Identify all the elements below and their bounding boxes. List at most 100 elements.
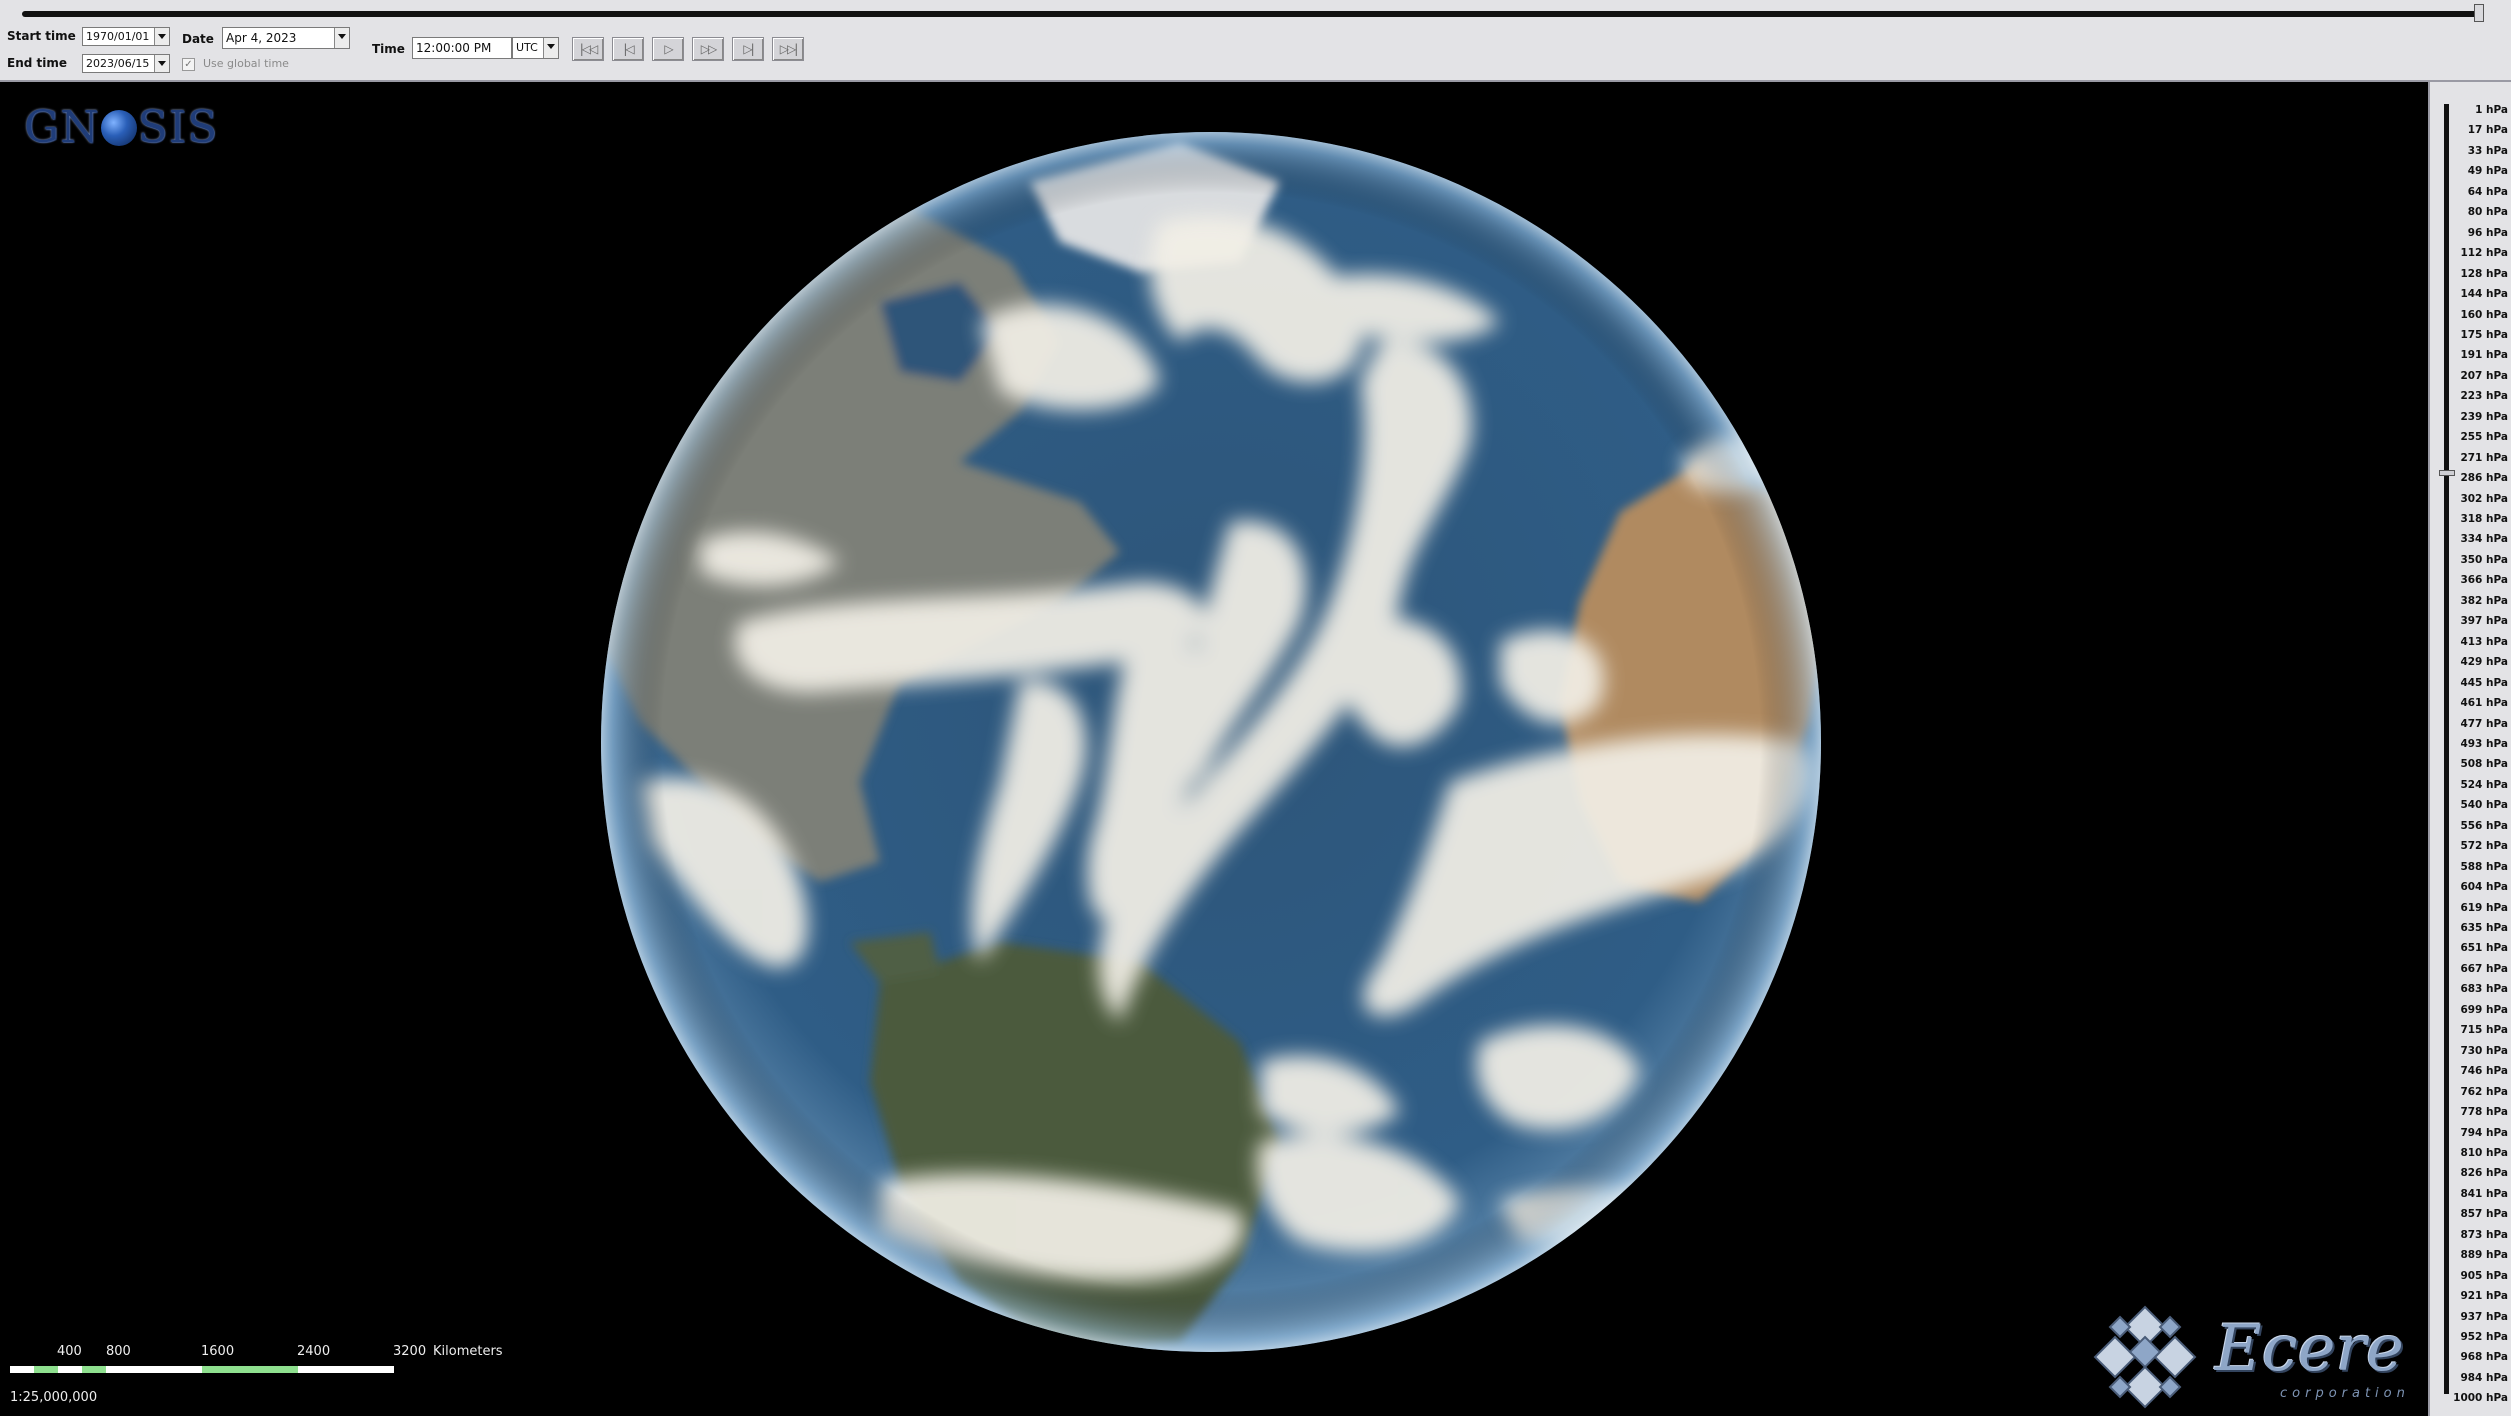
pressure-level-label[interactable]: 64 hPa — [2468, 186, 2508, 198]
pressure-level-slider[interactable] — [2444, 104, 2449, 1394]
pressure-level-label[interactable]: 17 hPa — [2468, 124, 2508, 136]
pressure-level-label[interactable]: 429 hPa — [2460, 656, 2508, 668]
pressure-level-label[interactable]: 271 hPa — [2460, 452, 2508, 464]
pressure-level-label[interactable]: 318 hPa — [2460, 513, 2508, 525]
last-frame-button[interactable]: ▷| — [732, 37, 764, 61]
pressure-level-label[interactable]: 334 hPa — [2460, 533, 2508, 545]
pressure-level-label[interactable]: 445 hPa — [2460, 677, 2508, 689]
pressure-level-label[interactable]: 350 hPa — [2460, 554, 2508, 566]
date-dropdown[interactable]: Apr 4, 2023 — [222, 27, 350, 49]
previous-frame-button[interactable]: |◁ — [612, 37, 644, 61]
pressure-level-label[interactable]: 461 hPa — [2460, 697, 2508, 709]
pressure-level-label[interactable]: 873 hPa — [2460, 1229, 2508, 1241]
pressure-level-label[interactable]: 588 hPa — [2460, 861, 2508, 873]
pressure-level-label[interactable]: 49 hPa — [2468, 165, 2508, 177]
pressure-level-label[interactable]: 921 hPa — [2460, 1290, 2508, 1302]
scale-segment — [10, 1366, 34, 1373]
pressure-level-label[interactable]: 762 hPa — [2460, 1086, 2508, 1098]
scale-tick-label: 400 — [57, 1344, 82, 1359]
pressure-level-label[interactable]: 905 hPa — [2460, 1270, 2508, 1282]
pressure-level-label[interactable]: 112 hPa — [2460, 247, 2508, 259]
fast-forward-button[interactable]: ▷▷| — [772, 37, 804, 61]
pressure-level-label[interactable]: 302 hPa — [2460, 493, 2508, 505]
time-label: Time — [372, 42, 405, 56]
pressure-level-label[interactable]: 1 hPa — [2475, 104, 2508, 116]
date-value: Apr 4, 2023 — [226, 31, 297, 45]
pressure-level-label[interactable]: 33 hPa — [2468, 145, 2508, 157]
pressure-level-label[interactable]: 984 hPa — [2460, 1372, 2508, 1384]
pressure-level-label[interactable]: 144 hPa — [2460, 288, 2508, 300]
ecere-subtitle: corporation — [2280, 1386, 2410, 1401]
pressure-level-slider-handle[interactable] — [2439, 470, 2455, 476]
pressure-level-label[interactable]: 810 hPa — [2460, 1147, 2508, 1159]
use-global-time-label: Use global time — [203, 57, 289, 70]
end-time-dropdown[interactable]: 2023/06/15 — [82, 54, 170, 73]
pressure-level-label[interactable]: 175 hPa — [2460, 329, 2508, 341]
pressure-level-label[interactable]: 493 hPa — [2460, 738, 2508, 750]
pressure-level-label[interactable]: 239 hPa — [2460, 411, 2508, 423]
pressure-level-label[interactable]: 794 hPa — [2460, 1127, 2508, 1139]
pressure-level-label[interactable]: 635 hPa — [2460, 922, 2508, 934]
pressure-level-label[interactable]: 524 hPa — [2460, 779, 2508, 791]
timezone-dropdown[interactable]: UTC — [512, 37, 559, 59]
pressure-level-label[interactable]: 223 hPa — [2460, 390, 2508, 402]
pressure-level-label[interactable]: 619 hPa — [2460, 902, 2508, 914]
pressure-level-label[interactable]: 286 hPa — [2460, 472, 2508, 484]
pressure-level-label[interactable]: 778 hPa — [2460, 1106, 2508, 1118]
first-frame-button[interactable]: |◁◁ — [572, 37, 604, 61]
pressure-level-label[interactable]: 937 hPa — [2460, 1311, 2508, 1323]
pressure-level-label[interactable]: 128 hPa — [2460, 268, 2508, 280]
fast-forward-icon: ▷▷| — [779, 42, 798, 56]
pressure-level-label[interactable]: 96 hPa — [2468, 227, 2508, 239]
pressure-level-label[interactable]: 397 hPa — [2460, 615, 2508, 627]
pressure-level-label[interactable]: 746 hPa — [2460, 1065, 2508, 1077]
pressure-level-label[interactable]: 1000 hPa — [2453, 1392, 2508, 1404]
play-button[interactable]: ▷ — [652, 37, 684, 61]
pressure-level-label[interactable]: 382 hPa — [2460, 595, 2508, 607]
pressure-level-label[interactable]: 889 hPa — [2460, 1249, 2508, 1261]
next-frame-button[interactable]: ▷▷ — [692, 37, 724, 61]
pressure-level-label[interactable]: 160 hPa — [2460, 309, 2508, 321]
earth-globe[interactable] — [0, 82, 2428, 1416]
pressure-level-label[interactable]: 207 hPa — [2460, 370, 2508, 382]
pressure-level-label[interactable]: 667 hPa — [2460, 963, 2508, 975]
pressure-level-label[interactable]: 730 hPa — [2460, 1045, 2508, 1057]
pressure-level-label[interactable]: 255 hPa — [2460, 431, 2508, 443]
timeline-slider-handle[interactable] — [2474, 4, 2484, 22]
pressure-level-label[interactable]: 508 hPa — [2460, 758, 2508, 770]
pressure-level-label[interactable]: 968 hPa — [2460, 1351, 2508, 1363]
pressure-level-label[interactable]: 952 hPa — [2460, 1331, 2508, 1343]
pressure-level-label[interactable]: 857 hPa — [2460, 1208, 2508, 1220]
time-input[interactable]: 12:00:00 PM — [412, 37, 512, 59]
pressure-level-label[interactable]: 826 hPa — [2460, 1167, 2508, 1179]
timeline-slider[interactable] — [22, 11, 2484, 17]
start-time-label: Start time — [7, 29, 76, 43]
pressure-level-label[interactable]: 80 hPa — [2468, 206, 2508, 218]
pressure-level-label[interactable]: 841 hPa — [2460, 1188, 2508, 1200]
pressure-level-label[interactable]: 540 hPa — [2460, 799, 2508, 811]
start-time-dropdown[interactable]: 1970/01/01 — [82, 27, 170, 46]
ecere-logo: Ecere corporation — [2080, 1302, 2420, 1412]
scale-unit-label: Kilometers — [433, 1344, 503, 1359]
pressure-level-label[interactable]: 191 hPa — [2460, 349, 2508, 361]
end-time-label: End time — [7, 56, 67, 70]
pressure-level-label[interactable]: 572 hPa — [2460, 840, 2508, 852]
pressure-level-label[interactable]: 604 hPa — [2460, 881, 2508, 893]
pressure-level-label[interactable]: 651 hPa — [2460, 942, 2508, 954]
chevron-down-icon[interactable] — [154, 28, 169, 45]
pressure-level-label[interactable]: 715 hPa — [2460, 1024, 2508, 1036]
pressure-level-label[interactable]: 366 hPa — [2460, 574, 2508, 586]
pressure-level-label[interactable]: 699 hPa — [2460, 1004, 2508, 1016]
scale-ratio: 1:25,000,000 — [10, 1390, 98, 1405]
pressure-level-label[interactable]: 683 hPa — [2460, 983, 2508, 995]
pressure-level-label[interactable]: 477 hPa — [2460, 718, 2508, 730]
chevron-down-icon[interactable] — [334, 28, 349, 48]
scale-segment — [34, 1366, 58, 1373]
globe-viewport[interactable]: GN SIS 400 800 1600 2400 3200 Kilometers… — [0, 82, 2428, 1416]
use-global-time-checkbox[interactable]: ✓ — [182, 58, 195, 71]
scale-tick-label: 800 — [106, 1344, 131, 1359]
chevron-down-icon[interactable] — [543, 38, 558, 58]
pressure-level-label[interactable]: 556 hPa — [2460, 820, 2508, 832]
chevron-down-icon[interactable] — [154, 55, 169, 72]
pressure-level-label[interactable]: 413 hPa — [2460, 636, 2508, 648]
